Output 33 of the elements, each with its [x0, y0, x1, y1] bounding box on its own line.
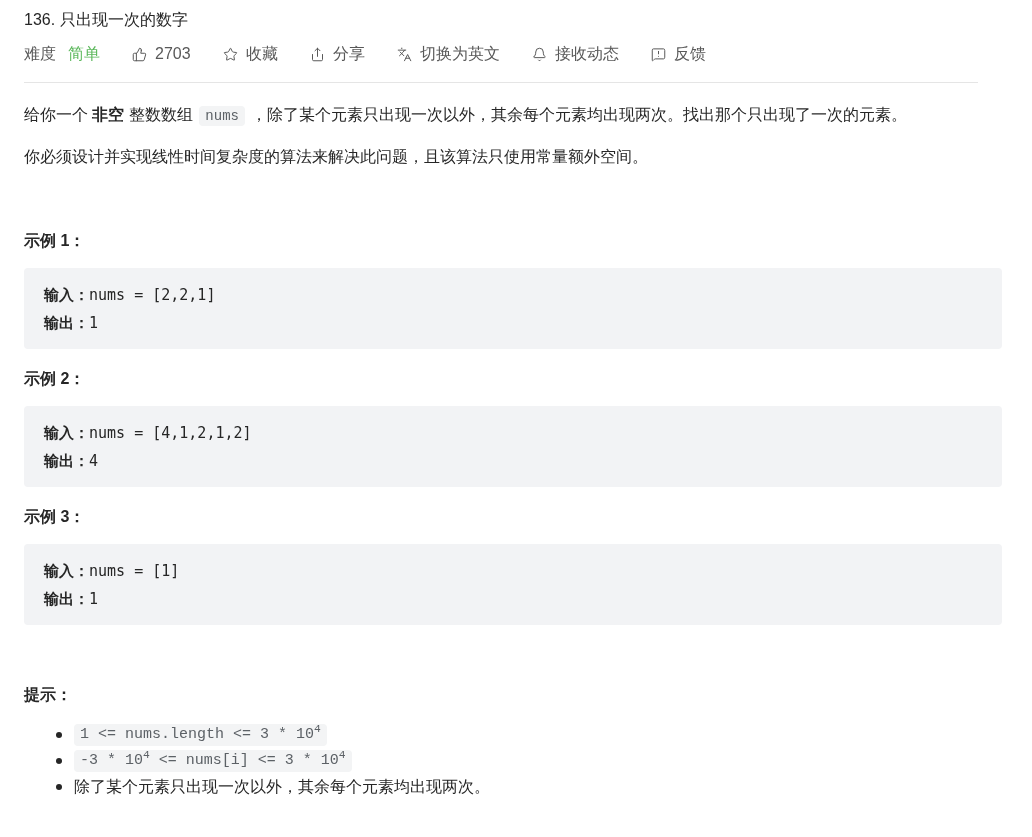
- example-heading: 示例 1：: [24, 231, 87, 251]
- difficulty-value: 简单: [68, 44, 100, 64]
- example-line: 输入：nums = [2,2,1]: [44, 285, 217, 306]
- bullet-icon: [56, 732, 62, 738]
- example-line: 输出：1: [44, 313, 100, 334]
- star-button[interactable]: 收藏: [222, 42, 278, 66]
- example-line: 输入：nums = [1]: [44, 561, 181, 582]
- constraint-code: -3 * 10$^{4}$ <= nums[i] <= 3 * 10$^{4}$: [74, 749, 352, 773]
- share-button[interactable]: 分享: [309, 42, 365, 66]
- description-paragraph: 给你一个 非空 整数数组 nums ，除了某个元素只出现一次以外，其余每个元素均出现两次。找出那个只出现了一次的元素。: [24, 105, 909, 128]
- bullet-icon: [56, 758, 62, 764]
- example-line: 输入：nums = [4,1,2,1,2]: [44, 423, 253, 444]
- feedback-button[interactable]: 反馈: [650, 42, 706, 66]
- example-line: 输出：4: [44, 451, 100, 472]
- translate-icon: [396, 46, 412, 62]
- bell-icon: [531, 46, 547, 62]
- example-heading: 示例 3：: [24, 507, 87, 527]
- feedback-icon: [650, 46, 666, 62]
- hints-heading: 提示：: [24, 685, 73, 705]
- description-paragraph: 你必须设计并实现线性时间复杂度的算法来解决此问题，且该算法只使用常量额外空间。: [24, 147, 649, 167]
- example-heading: 示例 2：: [24, 369, 87, 389]
- like-button[interactable]: 2703: [132, 42, 191, 66]
- problem-title: 136. 只出现一次的数字: [24, 10, 189, 30]
- constraint-text: 除了某个元素只出现一次以外，其余每个元素均出现两次。: [74, 777, 490, 797]
- difficulty-label: 难度: [24, 44, 56, 64]
- bell-button[interactable]: 接收动态: [531, 42, 619, 66]
- bullet-icon: [56, 784, 62, 790]
- thumbs-up-icon: [132, 46, 147, 62]
- share-icon: [309, 46, 325, 62]
- star-icon: [222, 46, 238, 62]
- example-line: 输出：1: [44, 589, 100, 610]
- translate-button[interactable]: 切换为英文: [396, 42, 500, 66]
- constraint-code: 1 <= nums.length <= 3 * 10$^{4}$: [74, 723, 327, 747]
